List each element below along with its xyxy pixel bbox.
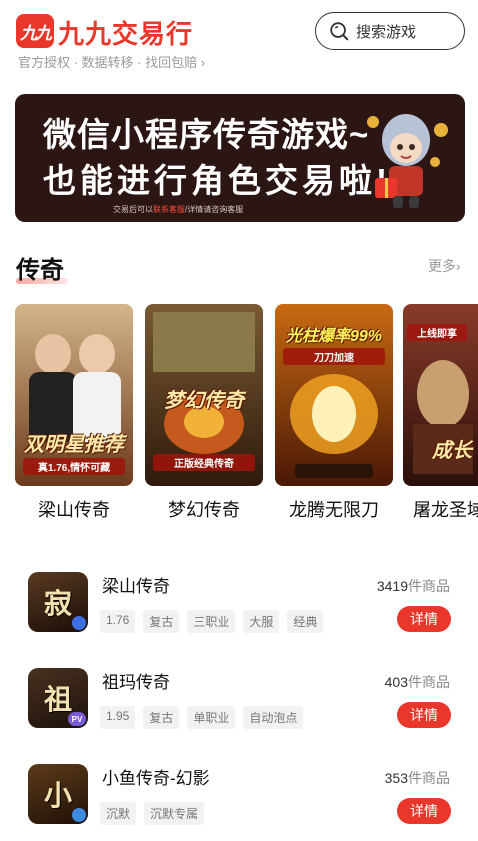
game-tags: 沉默 沉默专属 bbox=[100, 802, 205, 825]
game-card-label: 梁山传奇 bbox=[38, 500, 110, 520]
game-icon: 寂 bbox=[28, 572, 88, 632]
promo-banner[interactable]: 微信小程序传奇游戏~ 也能进行角色交易啦! 交易后可以联系客服/详情请咨询客服 bbox=[15, 94, 465, 222]
banner-headline-1: 微信小程序传奇游戏~ bbox=[43, 116, 370, 153]
tag: 单职业 bbox=[187, 706, 236, 729]
more-link[interactable]: 更多› bbox=[428, 256, 461, 276]
tag: 经典 bbox=[287, 610, 324, 633]
game-name: 梁山传奇 bbox=[102, 577, 170, 596]
card-art-title: 光柱爆率99% bbox=[285, 328, 383, 345]
tag: 复古 bbox=[143, 610, 180, 633]
item-count: 403件商品 bbox=[385, 672, 450, 692]
tag: 沉默专属 bbox=[144, 802, 205, 825]
game-icon: 小 bbox=[28, 764, 88, 824]
header: 九九 九九交易行 官方授权 · 数据转移 · 找回包赔 › 搜索游戏 bbox=[0, 0, 478, 90]
item-count-number: 403 bbox=[384, 674, 408, 690]
search-placeholder: 搜索游戏 bbox=[356, 23, 417, 41]
detail-button[interactable]: 详情 bbox=[397, 606, 451, 632]
card-art-subtitle: 上线即享 bbox=[407, 324, 467, 341]
game-name: 祖玛传奇 bbox=[102, 673, 170, 692]
game-card-label: 梦幻传奇 bbox=[168, 500, 240, 520]
search-icon bbox=[330, 22, 349, 41]
tag: 自动泡点 bbox=[243, 706, 304, 729]
tagline-link[interactable]: 官方授权 · 数据转移 · 找回包赔 › bbox=[18, 52, 205, 71]
card-art-subtitle: 真1.76,情怀可藏 bbox=[23, 458, 125, 475]
item-count-unit: 件商品 bbox=[408, 770, 450, 786]
card-art-subtitle: 正版经典传奇 bbox=[153, 454, 255, 471]
card-art-title: 梦幻传奇 bbox=[164, 390, 244, 412]
banner-note-suffix: /详情请咨询客服 bbox=[185, 205, 244, 214]
game-badge-icon bbox=[72, 808, 86, 822]
game-card-image: 光柱爆率99% 刀刀加速 bbox=[275, 304, 393, 486]
card-art-subtitle: 刀刀加速 bbox=[283, 348, 385, 365]
search-input[interactable]: 搜索游戏 bbox=[315, 12, 465, 50]
logo[interactable]: 九九 bbox=[16, 14, 54, 48]
detail-button[interactable]: 详情 bbox=[397, 798, 451, 824]
mascot-illustration bbox=[367, 114, 448, 208]
game-badge: PV bbox=[68, 712, 86, 726]
card-art-title: 双明星推荐 bbox=[24, 434, 124, 456]
game-cards-carousel[interactable]: 双明星推荐 真1.76,情怀可藏 梁山传奇 梦幻传奇 正版经典传奇 梦幻传奇 光… bbox=[15, 304, 478, 524]
game-badge-icon bbox=[72, 616, 86, 630]
item-count-unit: 件商品 bbox=[408, 674, 450, 690]
item-count-number: 3419 bbox=[376, 578, 408, 594]
game-card[interactable]: 光柱爆率99% 刀刀加速 龙腾无限刀 bbox=[275, 304, 393, 522]
game-tags: 1.76 复古 三职业 大服 经典 bbox=[100, 610, 324, 633]
section-title: 传奇 bbox=[16, 257, 64, 284]
banner-note-prefix: 交易后可以 bbox=[113, 205, 153, 214]
item-count: 353件商品 bbox=[385, 768, 450, 788]
game-card-image: 上线即享 成长 bbox=[403, 304, 478, 486]
game-card-image: 梦幻传奇 正版经典传奇 bbox=[145, 304, 263, 486]
game-card[interactable]: 双明星推荐 真1.76,情怀可藏 梁山传奇 bbox=[15, 304, 133, 522]
banner-note: 交易后可以联系客服/详情请咨询客服 bbox=[113, 204, 243, 215]
game-card-image: 双明星推荐 真1.76,情怀可藏 bbox=[15, 304, 133, 486]
game-icon: 祖 PV bbox=[28, 668, 88, 728]
detail-button[interactable]: 详情 bbox=[397, 702, 451, 728]
tag: 沉默 bbox=[100, 802, 137, 825]
tag: 三职业 bbox=[187, 610, 236, 633]
banner-note-highlight: 联系客服 bbox=[153, 205, 185, 214]
game-card[interactable]: 梦幻传奇 正版经典传奇 梦幻传奇 bbox=[145, 304, 263, 522]
item-count: 3419件商品 bbox=[377, 576, 450, 596]
item-count-number: 353 bbox=[384, 770, 408, 786]
item-count-unit: 件商品 bbox=[408, 578, 450, 594]
logo-mark: 九九 bbox=[20, 23, 52, 43]
app-title: 九九交易行 bbox=[58, 20, 194, 50]
banner-headline-2: 也能进行角色交易啦! bbox=[43, 162, 391, 199]
tag: 复古 bbox=[143, 706, 180, 729]
list-item[interactable]: 祖 PV 祖玛传奇 1.95 复古 单职业 自动泡点 403件商品 详情 bbox=[0, 656, 478, 736]
list-item[interactable]: 小 小鱼传奇-幻影 沉默 沉默专属 353件商品 详情 bbox=[0, 752, 478, 832]
game-tags: 1.95 复古 单职业 自动泡点 bbox=[100, 706, 304, 729]
game-card-label: 龙腾无限刀 bbox=[289, 500, 379, 520]
game-card-label: 屠龙圣域 bbox=[413, 500, 478, 520]
tag: 大服 bbox=[243, 610, 280, 633]
list-item[interactable]: 寂 梁山传奇 1.76 复古 三职业 大服 经典 3419件商品 详情 bbox=[0, 560, 478, 640]
tag: 1.95 bbox=[100, 706, 136, 729]
game-name: 小鱼传奇-幻影 bbox=[102, 769, 210, 788]
tag: 1.76 bbox=[100, 610, 136, 633]
game-card[interactable]: 上线即享 成长 屠龙圣域 bbox=[403, 304, 478, 522]
card-art-title: 成长 bbox=[432, 440, 472, 462]
